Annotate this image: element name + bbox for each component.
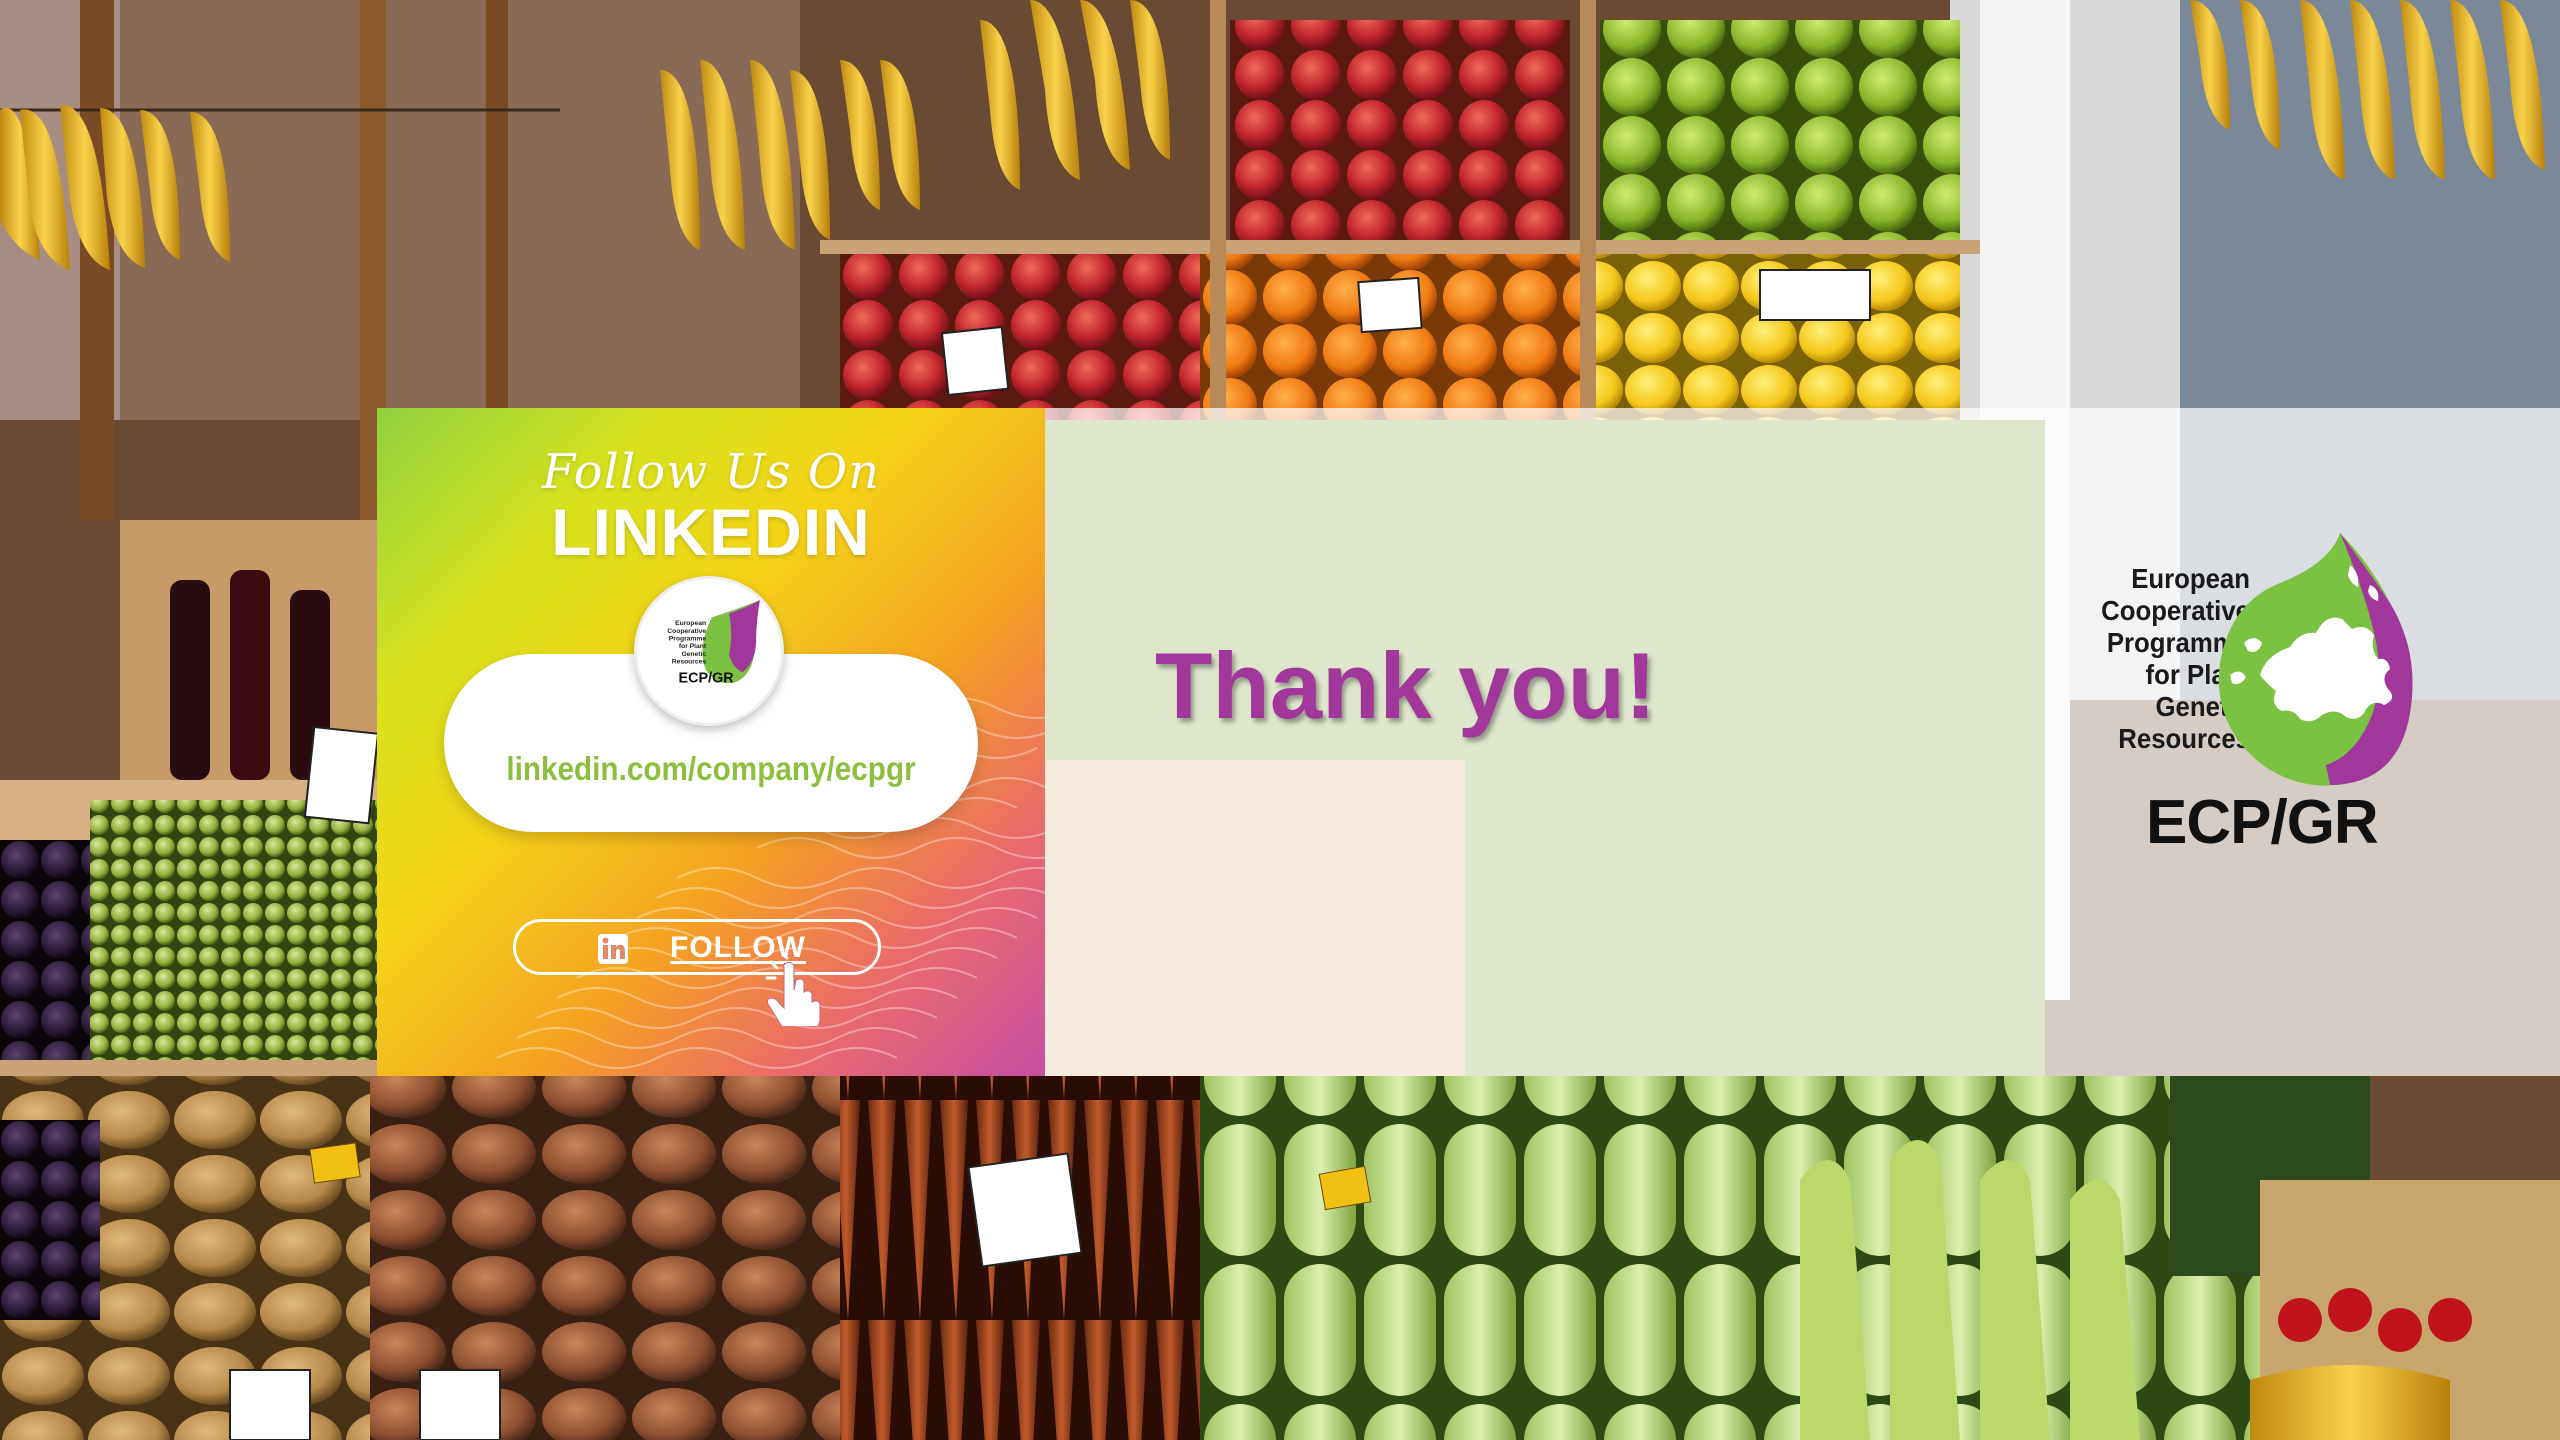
hand-pointer-icon — [765, 956, 821, 1026]
ecpgr-small-logo-icon: European Cooperative Programme for Plant… — [667, 600, 760, 687]
svg-text:Cooperative: Cooperative — [667, 628, 706, 635]
linkedin-url-text[interactable]: linkedin.com/company/ecpgr — [471, 750, 952, 788]
linkedin-promo-card: Follow Us On LINKEDIN linkedin.com/compa… — [377, 408, 1045, 1076]
ecpgr-small-logo: European Cooperative Programme for Plant… — [634, 576, 784, 726]
ecpgr-logo: European Cooperative Programme for Plant… — [2030, 525, 2430, 865]
linkedin-heading: LINKEDIN — [551, 495, 871, 569]
linkedin-icon — [598, 934, 628, 964]
svg-text:for Plant: for Plant — [679, 643, 707, 650]
ecpgr-small-logo-word: ECP/GR — [679, 671, 735, 687]
slide: Follow Us On LINKEDIN linkedin.com/compa… — [0, 0, 2560, 1440]
thank-you-heading: Thank you! — [1155, 633, 1657, 738]
svg-text:Programme: Programme — [669, 635, 707, 642]
follow-us-on-text: Follow Us On — [541, 444, 881, 500]
europe-leaf-icon — [2218, 533, 2413, 786]
svg-text:European: European — [675, 620, 706, 627]
ecpgr-logo-acronym: ECP/GR — [2146, 788, 2379, 857]
svg-text:Genetic: Genetic — [681, 651, 706, 658]
svg-text:Resources: Resources — [672, 658, 707, 665]
